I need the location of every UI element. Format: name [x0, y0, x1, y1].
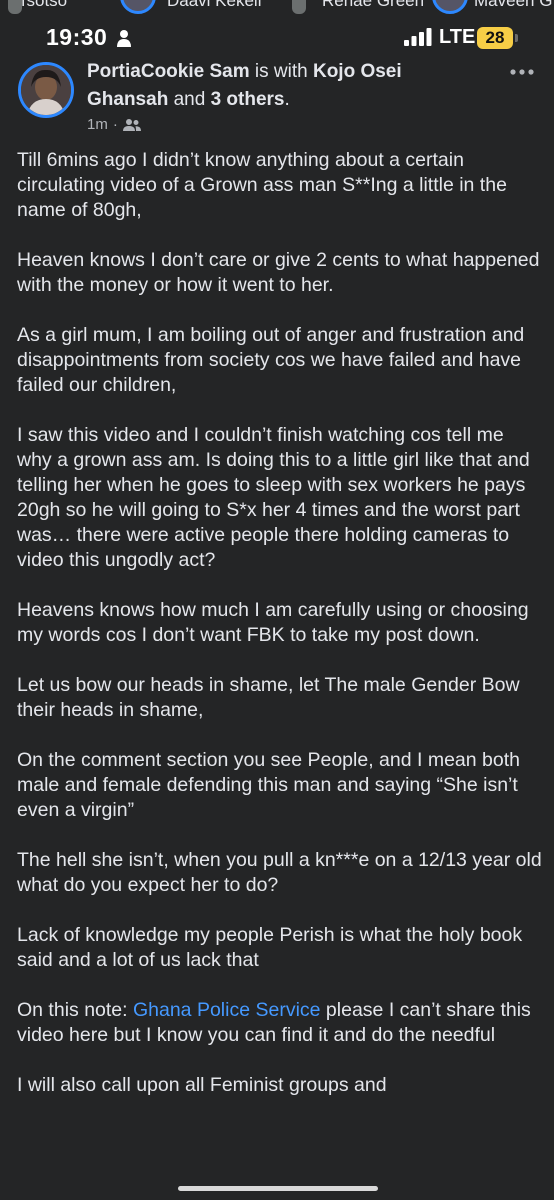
tagged-others[interactable]: 3 others [211, 89, 285, 110]
clock: 19:30 [46, 24, 108, 50]
period-text: . [284, 89, 290, 110]
author-avatar[interactable] [18, 62, 74, 118]
person-icon [117, 30, 131, 47]
note-prefix: On this note: [17, 999, 133, 1021]
story-name[interactable]: Maveen G [474, 0, 552, 11]
signal-icon [404, 28, 432, 46]
story-name[interactable]: Daavi Kekeli [167, 0, 262, 11]
home-indicator[interactable] [178, 1186, 378, 1191]
story-avatar[interactable] [432, 0, 468, 14]
and-text: and [173, 89, 206, 110]
post-paragraph: Let us bow our heads in shame, let The m… [17, 674, 520, 721]
story-thumbnail[interactable] [292, 0, 306, 14]
post-meta: 1m · [87, 116, 141, 133]
post-paragraph: Heaven knows I don’t care or give 2 cent… [17, 249, 540, 296]
post-paragraph: The hell she isn’t, when you pull a kn**… [17, 849, 542, 896]
post-paragraph: I saw this video and I couldn’t finish w… [17, 424, 530, 571]
post-paragraph: On the comment section you see People, a… [17, 749, 520, 821]
post-paragraph-note: On this note: Ghana Police Service pleas… [17, 998, 542, 1048]
post-body: Till 6mins ago I didn’t know anything ab… [17, 148, 542, 1123]
status-bar: 19:30 LTE 28 [0, 20, 554, 56]
post-author-line: PortiaCookie Sam is with Kojo Osei Ghans… [87, 58, 487, 114]
story-name[interactable]: Renae Green [322, 0, 424, 11]
battery-tip [515, 34, 518, 42]
author-name[interactable]: PortiaCookie Sam [87, 61, 250, 82]
post-paragraph: Heavens knows how much I am carefully us… [17, 599, 529, 646]
story-avatar[interactable] [120, 0, 156, 14]
story-name[interactable]: Tsotso [18, 0, 67, 11]
post-paragraph: Till 6mins ago I didn’t know anything ab… [17, 149, 507, 221]
ghana-police-link[interactable]: Ghana Police Service [133, 999, 321, 1021]
avatar-image [21, 65, 71, 115]
stories-strip: Tsotso Daavi Kekeli Renae Green Maveen G [0, 0, 554, 16]
network-type: LTE [439, 26, 476, 48]
post-paragraph: As a girl mum, I am boiling out of anger… [17, 324, 525, 396]
is-with-text: is with [254, 61, 308, 82]
meta-separator: · [112, 116, 118, 133]
friends-icon [122, 118, 141, 131]
more-options-icon[interactable] [509, 62, 535, 82]
post-paragraph: I will also call upon all Feminist group… [17, 1074, 387, 1096]
post-timestamp[interactable]: 1m [87, 116, 108, 133]
post-paragraph: Lack of knowledge my people Perish is wh… [17, 924, 523, 971]
battery-indicator: 28 [477, 27, 513, 49]
